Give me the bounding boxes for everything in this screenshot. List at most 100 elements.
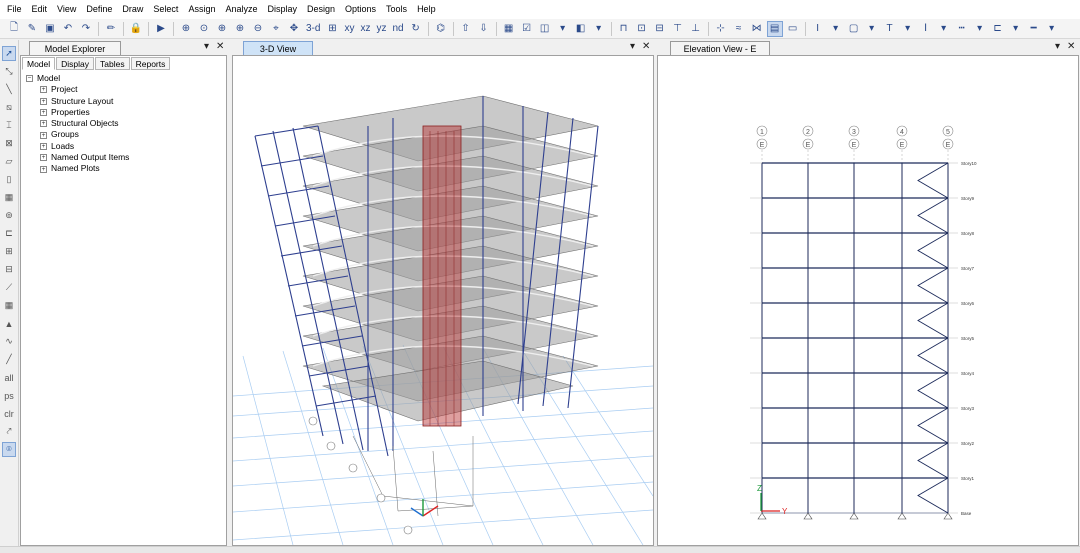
draw-spring-icon[interactable]: ∿ [2, 334, 16, 349]
menu-file[interactable]: File [2, 0, 27, 19]
draw-opening-icon[interactable]: ▦ [2, 190, 16, 205]
draw-line-icon[interactable]: ╱ [2, 352, 16, 367]
draw-dimension-icon[interactable]: ⊟ [2, 262, 16, 277]
dropdown-arrow-icon[interactable]: ▾ [1008, 21, 1024, 37]
tab-display[interactable]: Display [56, 57, 95, 70]
view-nd-button[interactable]: nd [390, 21, 405, 37]
view3d-close-icon[interactable]: ✕ [642, 41, 650, 52]
dashed-line-icon[interactable]: ┅ [954, 21, 970, 37]
run-icon[interactable]: ▶ [153, 21, 169, 37]
menu-assign[interactable]: Assign [183, 0, 220, 19]
elevation-view-canvas[interactable]: 1E2E3E4E5E Story10 Story9 Story8 Story7 Stor… [657, 55, 1079, 546]
draw-point-icon[interactable]: ⊚ [2, 208, 16, 223]
zoom-window-icon[interactable]: ⊕ [178, 21, 194, 37]
expand-icon[interactable]: + [40, 165, 47, 173]
tree-item-loads[interactable]: + Loads [26, 141, 129, 152]
tree-item-structure-layout[interactable]: + Structure Layout [26, 96, 129, 107]
shrink-icon[interactable]: ◫ [537, 21, 553, 37]
joint-icon[interactable]: ⊹ [713, 21, 729, 37]
pencil-icon[interactable]: ✏ [103, 21, 119, 37]
view-3d-button[interactable]: 3-d [304, 21, 322, 37]
object-fill-icon[interactable]: ◧ [573, 21, 589, 37]
new-icon[interactable]: 🗋 [6, 21, 22, 37]
tab-reports[interactable]: Reports [130, 57, 171, 70]
tab-model-explorer[interactable]: Model Explorer [29, 41, 121, 56]
zoom-restore-icon[interactable]: ⊙ [196, 21, 212, 37]
draw-wall-icon[interactable]: ▯ [2, 172, 16, 187]
spring-icon[interactable]: ≈ [731, 21, 747, 37]
dropdown-arrow-icon[interactable]: ▾ [828, 21, 844, 37]
select-intersect-icon[interactable]: ⤤ [2, 424, 16, 439]
dropdown-arrow-icon[interactable]: ▾ [936, 21, 952, 37]
draw-link-icon[interactable]: ⊏ [2, 226, 16, 241]
dropdown-arrow-icon[interactable]: ▾ [864, 21, 880, 37]
elevation-pin-icon[interactable]: ▾ [1055, 41, 1060, 52]
expand-icon[interactable]: + [40, 86, 47, 94]
expand-icon[interactable]: + [40, 120, 47, 128]
menu-tools[interactable]: Tools [381, 0, 412, 19]
move-down-icon[interactable]: ⇩ [476, 21, 492, 37]
move-up-icon[interactable]: ⇧ [458, 21, 474, 37]
tab-3d-view[interactable]: 3-D View [243, 41, 313, 56]
expand-icon[interactable]: + [40, 109, 47, 117]
expand-icon[interactable]: + [40, 154, 47, 162]
save-icon[interactable]: ▣ [42, 21, 58, 37]
explorer-close-icon[interactable]: ✕ [216, 41, 224, 52]
tree-item-project[interactable]: + Project [26, 84, 129, 95]
menu-options[interactable]: Options [340, 0, 381, 19]
area-icon[interactable]: ▢ [846, 21, 862, 37]
dropdown-arrow-icon[interactable]: ▾ [900, 21, 916, 37]
wall-icon[interactable]: ⊡ [634, 21, 650, 37]
ibeam-icon[interactable]: Ⅰ [918, 21, 934, 37]
draw-frame-icon[interactable]: ╲ [2, 82, 16, 97]
rotate-icon[interactable]: ↻ [408, 21, 424, 37]
zoom-out-icon[interactable]: ⊖ [250, 21, 266, 37]
dropdown-arrow-icon[interactable]: ▾ [591, 21, 607, 37]
tab-model[interactable]: Model [22, 57, 56, 70]
menu-display[interactable]: Display [262, 0, 302, 19]
explorer-pin-icon[interactable]: ▾ [204, 41, 209, 52]
view-yz-button[interactable]: yz [374, 21, 388, 37]
view-3d-canvas[interactable] [232, 55, 654, 546]
menu-draw[interactable]: Draw [117, 0, 148, 19]
draw-section-cut-icon[interactable]: ⟋ [2, 280, 16, 295]
open-icon[interactable]: ✎ [24, 21, 40, 37]
collapse-icon[interactable]: − [26, 75, 33, 83]
select-all-icon[interactable]: all [2, 370, 16, 385]
redo-icon[interactable]: ↷ [78, 21, 94, 37]
select-prev-icon[interactable]: ps [2, 388, 16, 403]
dropdown-arrow-icon[interactable]: ▾ [972, 21, 988, 37]
zoom-in-step-icon[interactable]: ⊕ [232, 21, 248, 37]
expand-icon[interactable]: + [40, 142, 47, 150]
text-icon[interactable]: I [810, 21, 826, 37]
tree-item-named-output-items[interactable]: + Named Output Items [26, 152, 129, 163]
elevation-close-icon[interactable]: ✕ [1067, 41, 1075, 52]
view3d-pin-icon[interactable]: ▾ [630, 41, 635, 52]
frame-icon[interactable]: ⊓ [616, 21, 632, 37]
draw-brace-icon[interactable]: ⧅ [2, 100, 16, 115]
extrude-icon[interactable]: ▤ [766, 20, 783, 37]
channel-icon[interactable]: ⊏ [990, 21, 1006, 37]
clear-selection-icon[interactable]: clr [2, 406, 16, 421]
tree-item-properties[interactable]: + Properties [26, 107, 129, 118]
menu-select[interactable]: Select [148, 0, 183, 19]
beam-icon[interactable]: ⊤ [670, 21, 686, 37]
tab-tables[interactable]: Tables [95, 57, 130, 70]
draw-column-icon[interactable]: ⌶ [2, 118, 16, 133]
section-icon[interactable]: ⊟ [652, 21, 668, 37]
tab-elevation-view[interactable]: Elevation View - E [670, 41, 770, 56]
pointer-icon[interactable]: ➚ [2, 46, 16, 61]
undo-icon[interactable]: ↶ [60, 21, 76, 37]
expand-icon[interactable]: + [40, 97, 47, 105]
menu-edit[interactable]: Edit [27, 0, 53, 19]
tree-item-named-plots[interactable]: + Named Plots [26, 163, 129, 174]
tee-icon[interactable]: T [882, 21, 898, 37]
lock-icon[interactable]: 🔒 [128, 21, 144, 37]
menu-view[interactable]: View [52, 0, 81, 19]
tree-root[interactable]: − Model [26, 73, 129, 84]
menu-analyze[interactable]: Analyze [220, 0, 262, 19]
draw-grid-icon[interactable]: ⊞ [2, 244, 16, 259]
view-plan-button[interactable]: ⊞ [324, 21, 340, 37]
draw-table-icon[interactable]: ▦ [2, 298, 16, 313]
draw-triangle-icon[interactable]: ▲ [2, 316, 16, 331]
